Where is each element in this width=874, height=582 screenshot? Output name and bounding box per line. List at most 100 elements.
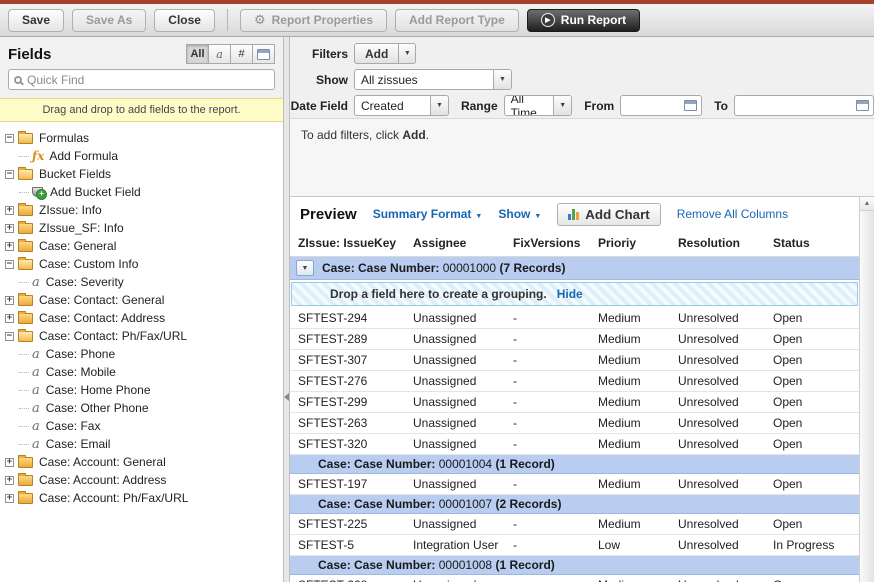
- expand-icon[interactable]: +: [5, 476, 14, 485]
- chevron-down-icon[interactable]: ▼: [430, 96, 448, 115]
- scroll-up-icon[interactable]: ▲: [860, 197, 874, 211]
- grouping-drop-zone[interactable]: Drop a field here to create a grouping. …: [291, 282, 858, 306]
- column-header[interactable]: ZIssue: IssueKey: [290, 231, 405, 257]
- tree-item-case-contact-phfaxurl[interactable]: − Case: Contact: Ph/Fax/URL: [5, 327, 283, 345]
- collapse-icon[interactable]: −: [5, 170, 14, 179]
- tree-item-label: Case: Custom Info: [39, 257, 138, 271]
- text-field-icon: a: [32, 383, 40, 398]
- group-collapse-button[interactable]: ▼: [296, 260, 314, 276]
- column-header[interactable]: Resolution: [670, 231, 765, 257]
- summary-format-menu[interactable]: Summary Format▼: [373, 207, 483, 221]
- tree-item-zissue-sf-info[interactable]: + ZIssue_SF: Info: [5, 219, 283, 237]
- cell-assignee: Integration User: [405, 535, 505, 556]
- tree-item-case-account-general[interactable]: + Case: Account: General: [5, 453, 283, 471]
- calendar-icon[interactable]: [684, 100, 697, 111]
- bar-chart-icon: [568, 209, 579, 220]
- expand-icon[interactable]: +: [5, 458, 14, 467]
- tree-item-case-email[interactable]: a Case: Email: [5, 435, 283, 453]
- chevron-down-icon[interactable]: ▼: [398, 44, 415, 63]
- tree-item-case-contact-general[interactable]: + Case: Contact: General: [5, 291, 283, 309]
- cell-fixversions: -: [505, 392, 590, 413]
- calendar-icon[interactable]: [856, 100, 869, 111]
- toolbar: Save Save As Close ⚙ Report Properties A…: [0, 4, 874, 37]
- from-date-input[interactable]: [625, 98, 680, 113]
- add-filter-button[interactable]: Add ▼: [354, 43, 416, 64]
- tree-item-add-formula[interactable]: ƒx Add Formula: [5, 147, 283, 165]
- tree-item-case-other-phone[interactable]: a Case: Other Phone: [5, 399, 283, 417]
- field-type-filter-group: All a #: [187, 44, 275, 64]
- open-folder-icon: [18, 259, 33, 270]
- expand-icon[interactable]: +: [5, 314, 14, 323]
- preview-scrollbar[interactable]: ▲: [859, 197, 874, 582]
- add-report-type-button[interactable]: Add Report Type: [395, 9, 519, 32]
- date-field-select[interactable]: Created ▼: [354, 95, 449, 116]
- tree-item-case-fax[interactable]: a Case: Fax: [5, 417, 283, 435]
- drop-zone-text: Drop a field here to create a grouping.: [330, 287, 547, 301]
- cell-fixversions: -: [505, 474, 590, 495]
- tree-item-case-contact-address[interactable]: + Case: Contact: Address: [5, 309, 283, 327]
- tree-item-bucket-fields[interactable]: − Bucket Fields: [5, 165, 283, 183]
- tree-item-case-account-address[interactable]: + Case: Account: Address: [5, 471, 283, 489]
- quick-find-input[interactable]: [27, 73, 269, 87]
- filter-text-button[interactable]: a: [208, 44, 231, 64]
- folder-icon: [18, 241, 33, 252]
- collapse-icon[interactable]: −: [5, 260, 14, 269]
- tree-item-zissue-info[interactable]: + ZIssue: Info: [5, 201, 283, 219]
- cell-resolution: Unresolved: [670, 350, 765, 371]
- group-header-row: Case: Case Number: 00001004 (1 Record): [290, 455, 859, 474]
- run-report-button[interactable]: ▶ Run Report: [527, 9, 640, 32]
- cell-assignee: Unassigned: [405, 514, 505, 535]
- hide-link[interactable]: Hide: [557, 287, 583, 301]
- tree-item-label: Add Formula: [49, 149, 118, 163]
- filter-number-button[interactable]: #: [230, 44, 253, 64]
- gear-icon: ⚙: [254, 13, 266, 28]
- range-label: Range: [461, 99, 498, 113]
- tree-item-formulas[interactable]: − Formulas: [5, 129, 283, 147]
- tree-item-case-phone[interactable]: a Case: Phone: [5, 345, 283, 363]
- tree-item-case-home-phone[interactable]: a Case: Home Phone: [5, 381, 283, 399]
- cell-status: Open: [765, 413, 859, 434]
- tree-item-case-account-phfaxurl[interactable]: + Case: Account: Ph/Fax/URL: [5, 489, 283, 507]
- expand-icon[interactable]: +: [5, 296, 14, 305]
- show-menu[interactable]: Show▼: [498, 207, 541, 221]
- close-button[interactable]: Close: [154, 9, 215, 32]
- collapse-panel-icon[interactable]: [284, 393, 289, 401]
- to-date-input[interactable]: [739, 98, 852, 113]
- tree-item-case-custom-info[interactable]: − Case: Custom Info: [5, 255, 283, 273]
- cell-resolution: Unresolved: [670, 308, 765, 329]
- expand-icon[interactable]: +: [5, 206, 14, 215]
- collapse-icon[interactable]: −: [5, 134, 14, 143]
- save-as-button[interactable]: Save As: [72, 9, 146, 32]
- tree-item-add-bucket-field[interactable]: Add Bucket Field: [5, 183, 283, 201]
- expand-icon[interactable]: +: [5, 242, 14, 251]
- chevron-down-icon: ▼: [534, 213, 541, 220]
- chevron-down-icon[interactable]: ▼: [493, 70, 511, 89]
- table-row: SFTEST-276 Unassigned - Medium Unresolve…: [290, 371, 859, 392]
- tree-item-case-mobile[interactable]: a Case: Mobile: [5, 363, 283, 381]
- add-chart-button[interactable]: Add Chart: [557, 203, 660, 226]
- range-select[interactable]: All Time ▼: [504, 95, 573, 116]
- remove-all-columns-link[interactable]: Remove All Columns: [677, 207, 788, 221]
- tree-item-label: Case: Contact: Address: [39, 311, 165, 325]
- expand-icon[interactable]: +: [5, 494, 14, 503]
- filter-date-button[interactable]: [252, 44, 275, 64]
- tree-item-case-general[interactable]: + Case: General: [5, 237, 283, 255]
- expand-icon[interactable]: +: [5, 224, 14, 233]
- cell-status: Open: [765, 514, 859, 535]
- collapse-icon[interactable]: −: [5, 332, 14, 341]
- show-select[interactable]: All zissues ▼: [354, 69, 512, 90]
- tree-item-label: ZIssue_SF: Info: [39, 221, 124, 235]
- filter-all-button[interactable]: All: [186, 44, 209, 64]
- column-header[interactable]: Assignee: [405, 231, 505, 257]
- column-header[interactable]: Status: [765, 231, 859, 257]
- text-field-icon: a: [32, 365, 40, 380]
- text-type-icon: a: [216, 48, 223, 61]
- column-header[interactable]: Prioriy: [590, 231, 670, 257]
- save-button[interactable]: Save: [8, 9, 64, 32]
- tree-item-case-severity[interactable]: a Case: Severity: [5, 273, 283, 291]
- folder-icon: [18, 295, 33, 306]
- chevron-down-icon[interactable]: ▼: [553, 96, 571, 115]
- folder-icon: [18, 457, 33, 468]
- column-header[interactable]: FixVersions: [505, 231, 590, 257]
- report-properties-button[interactable]: ⚙ Report Properties: [240, 9, 387, 32]
